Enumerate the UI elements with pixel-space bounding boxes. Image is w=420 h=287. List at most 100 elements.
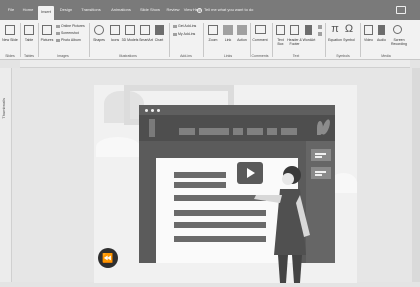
comment-icon[interactable] <box>255 25 266 34</box>
3d-models-icon[interactable] <box>125 25 135 35</box>
search-icon[interactable] <box>197 8 202 13</box>
online-pictures-icon[interactable] <box>56 25 60 28</box>
tab-home[interactable]: Home <box>20 4 36 16</box>
table-button[interactable]: Table <box>22 38 36 42</box>
tab-review[interactable]: Review <box>165 4 181 16</box>
group-label-links: Links <box>223 54 233 58</box>
toolbar-block <box>281 128 297 135</box>
toolbar-block <box>267 128 277 135</box>
photo-album-icon[interactable] <box>56 39 60 42</box>
equation-icon[interactable]: π <box>329 22 341 36</box>
group-separator <box>272 23 273 57</box>
group-separator <box>203 23 204 57</box>
online-pictures-button[interactable]: Online Pictures <box>61 24 85 28</box>
horizontal-ruler <box>20 60 410 68</box>
zoom-button[interactable]: Zoom <box>205 38 221 42</box>
window-title-bar <box>139 105 335 115</box>
my-addins-icon[interactable] <box>173 33 177 36</box>
group-label-symbols: Symbols <box>336 54 350 58</box>
vertical-scrollbar[interactable] <box>412 68 420 282</box>
pen-holder-shape <box>149 119 155 137</box>
insert-ribbon: New Slide Slides Table Tables Pictures O… <box>0 20 420 60</box>
pictures-button[interactable]: Pictures <box>39 38 55 42</box>
pictures-icon[interactable] <box>42 25 52 35</box>
tab-file[interactable]: File <box>4 4 18 16</box>
tab-transitions[interactable]: Transitions <box>77 4 105 16</box>
share-icon[interactable] <box>396 6 406 14</box>
presenter-face <box>282 173 294 185</box>
presenter-figure <box>254 166 310 283</box>
thumbnails-rail[interactable]: Thumbnails <box>0 68 12 282</box>
window-dot <box>151 109 154 112</box>
text-box-icon[interactable] <box>276 25 285 35</box>
wordart-button[interactable]: WordArt <box>302 38 316 42</box>
icons-icon[interactable] <box>110 25 120 35</box>
text-more-icon[interactable] <box>318 32 322 36</box>
ribbon-tab-bar: File Home Insert Design Transitions Anim… <box>0 0 420 20</box>
wordart-icon[interactable] <box>305 25 312 35</box>
tell-me-search[interactable]: Tell me what you want to do <box>204 4 253 16</box>
group-label-tables: Tables <box>23 54 35 58</box>
text-more-icon[interactable] <box>318 25 322 29</box>
screen-recording-button[interactable]: Screen Recording <box>388 38 410 46</box>
shapes-button[interactable]: Shapes <box>91 38 107 42</box>
group-label-illustrations: Illustrations <box>119 54 137 58</box>
video-icon[interactable] <box>364 25 373 35</box>
audio-button[interactable]: Audio <box>375 38 388 42</box>
store-icon[interactable] <box>173 25 177 28</box>
window-dot <box>145 109 148 112</box>
shapes-icon[interactable] <box>94 25 104 35</box>
tab-insert[interactable]: Insert <box>38 6 54 20</box>
new-slide-icon[interactable] <box>5 25 15 35</box>
group-separator <box>169 23 170 57</box>
action-button[interactable]: Action <box>234 38 250 42</box>
audio-icon[interactable] <box>378 25 385 35</box>
toolbar-block <box>233 128 243 135</box>
presenter-arm <box>254 195 282 203</box>
video-button[interactable]: Video <box>362 38 375 42</box>
comment-button[interactable]: Comment <box>249 38 271 42</box>
thumbnails-label: Thumbnails <box>1 98 6 119</box>
link-icon[interactable] <box>223 25 233 35</box>
group-separator <box>20 23 21 57</box>
chart-icon[interactable] <box>155 25 164 35</box>
group-separator <box>89 23 90 57</box>
symbol-icon[interactable]: Ω <box>343 22 355 36</box>
chart-button[interactable]: Chart <box>152 38 166 42</box>
presenter-leg <box>292 255 302 283</box>
toolbar-block <box>247 128 263 135</box>
group-label-media: Media <box>381 54 391 58</box>
document-line <box>174 182 226 188</box>
group-label-text: Text <box>292 54 300 58</box>
slide[interactable]: ⏪ <box>94 85 357 283</box>
tab-animations[interactable]: Animations <box>107 4 135 16</box>
rewind-icon[interactable]: ⏪ <box>98 248 118 268</box>
header-footer-icon[interactable] <box>290 25 299 35</box>
tab-design[interactable]: Design <box>57 4 75 16</box>
new-slide-button[interactable]: New Slide <box>2 38 18 42</box>
cloud-shape <box>96 137 140 157</box>
presenter-leg <box>278 255 288 283</box>
get-addins-button[interactable]: Get Add-ins <box>178 24 196 28</box>
table-icon[interactable] <box>24 25 34 35</box>
tab-slide-show[interactable]: Slide Show <box>137 4 163 16</box>
group-label-images: Images <box>57 54 69 58</box>
symbol-button[interactable]: Symbol <box>341 38 357 42</box>
screenshot-icon[interactable] <box>56 32 60 35</box>
group-separator <box>360 23 361 57</box>
zoom-icon[interactable] <box>208 25 218 35</box>
header-footer-button[interactable]: Header & Footer <box>286 38 303 46</box>
my-addins-button[interactable]: My Add-ins <box>178 32 195 36</box>
window-dot <box>157 109 160 112</box>
window-toolbar <box>139 115 335 141</box>
document-line <box>174 172 226 178</box>
group-label-addins: Add-ins <box>180 54 192 58</box>
smartart-icon[interactable] <box>140 25 150 35</box>
slide-canvas: ⏪ <box>12 68 412 283</box>
screenshot-button[interactable]: Screenshot <box>61 31 79 35</box>
toolbar-block <box>179 128 195 135</box>
action-icon[interactable] <box>237 25 247 35</box>
screen-recording-icon[interactable] <box>393 25 402 34</box>
photo-album-button[interactable]: Photo Album <box>61 38 81 42</box>
toolbar-block <box>199 128 229 135</box>
